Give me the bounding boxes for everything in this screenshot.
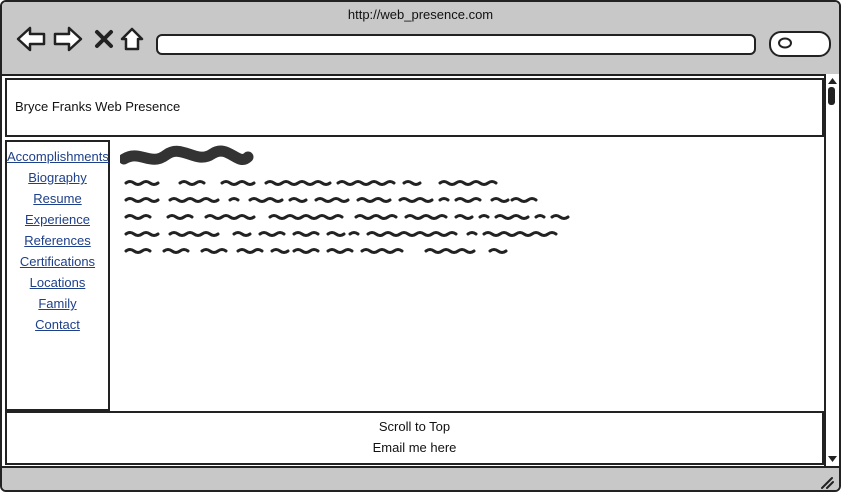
resize-grip-icon[interactable] [819,475,835,489]
email-link[interactable]: Email me here [7,437,822,458]
scroll-up-arrow-icon[interactable] [827,76,838,86]
status-bar [2,466,839,490]
sidebar-item-certifications[interactable]: Certifications [7,251,108,272]
sidebar-item-biography[interactable]: Biography [7,167,108,188]
back-arrow-icon[interactable] [16,24,46,54]
scroll-thumb[interactable] [828,87,835,105]
placeholder-heading [118,145,254,165]
site-footer: Scroll to Top Email me here [5,411,824,465]
search-icon [778,37,792,49]
browser-window: http://web_presence.com Bryce Franks Web… [0,0,841,492]
page-url: http://web_presence.com [347,7,494,22]
sidebar-nav: Accomplishments Biography Resume Experie… [5,140,110,411]
placeholder-paragraph [124,180,570,254]
sidebar-item-references[interactable]: References [7,230,108,251]
vertical-scrollbar[interactable] [824,74,839,466]
browser-toolbar: http://web_presence.com [2,2,839,76]
sidebar-item-experience[interactable]: Experience [7,209,108,230]
site-header: Bryce Franks Web Presence [5,78,824,137]
search-field[interactable] [769,31,831,57]
sidebar-item-accomplishments[interactable]: Accomplishments [7,146,109,167]
site-title: Bryce Franks Web Presence [15,99,181,114]
forward-arrow-icon[interactable] [53,24,83,54]
sidebar-item-family[interactable]: Family [7,293,108,314]
sidebar-item-contact[interactable]: Contact [7,314,108,335]
scroll-to-top-link[interactable]: Scroll to Top [7,416,822,437]
sidebar-item-resume[interactable]: Resume [7,188,108,209]
main-content [118,145,580,265]
address-bar[interactable] [156,34,756,55]
home-icon[interactable] [117,24,147,54]
sidebar-item-locations[interactable]: Locations [7,272,108,293]
scroll-down-arrow-icon[interactable] [827,454,838,464]
close-icon[interactable] [89,24,119,54]
